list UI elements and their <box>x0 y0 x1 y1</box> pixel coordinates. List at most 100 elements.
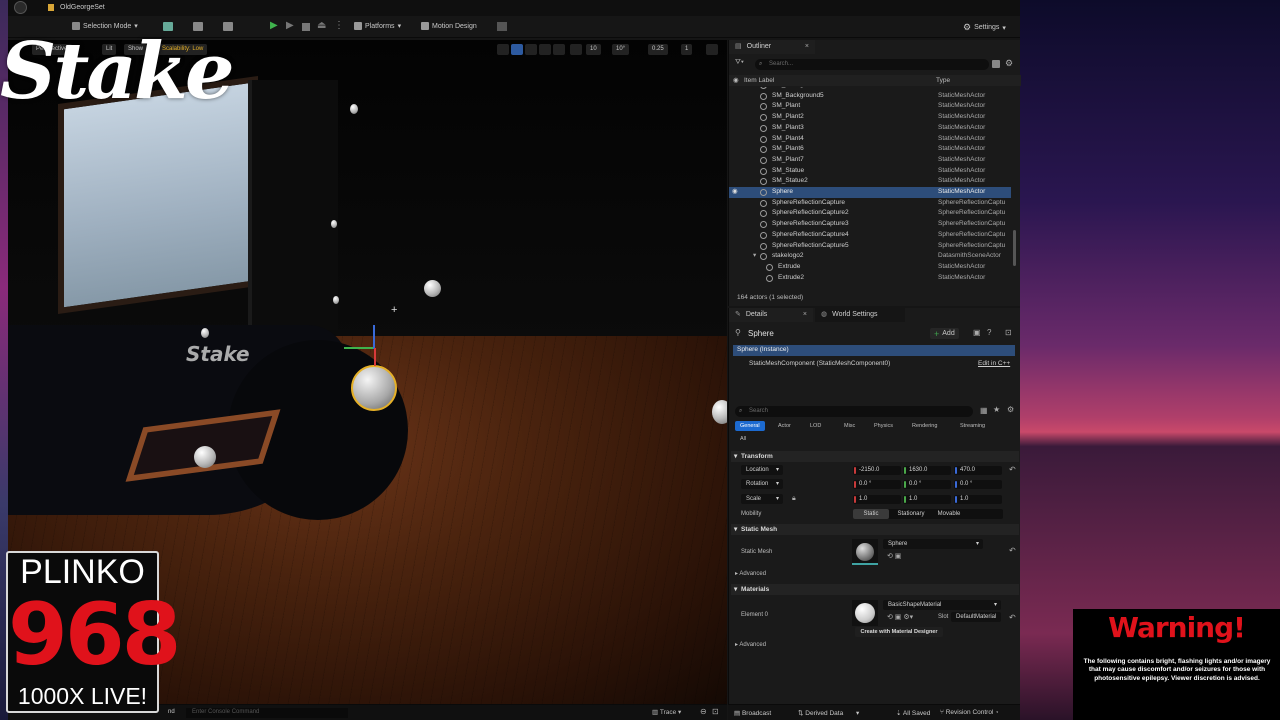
gear-icon[interactable]: ⚙ <box>1005 58 1013 69</box>
filter-lod[interactable]: LOD <box>805 421 826 431</box>
tab-details[interactable]: ✎ Details × <box>729 308 813 322</box>
outliner-row[interactable]: SM_Background5 StaticMeshActor <box>729 91 1011 102</box>
material-actions-icon[interactable]: ⟲ ▣ ⚙▾ <box>887 613 913 621</box>
actor-name[interactable]: Sphere <box>748 329 774 338</box>
point-light-icon[interactable] <box>331 220 337 228</box>
column-type[interactable]: Type <box>936 75 950 86</box>
create-material-designer-button[interactable]: Create with Material Designer <box>855 627 943 637</box>
help-icon[interactable]: ? <box>987 328 991 337</box>
lock-icon[interactable]: ⊡ <box>1005 328 1012 337</box>
rotation-z-field[interactable]: 0.0 ° <box>954 480 1002 489</box>
scale-lock-icon[interactable]: 🔒︎ <box>792 495 796 503</box>
component-instance-row[interactable]: Sphere (Instance) <box>733 345 1015 356</box>
sphere-light-orb[interactable] <box>424 280 441 297</box>
material-dropdown[interactable]: BasicShapeMaterial ▾ <box>883 600 1001 610</box>
filter-physics[interactable]: Physics <box>869 421 898 431</box>
play-options-icon[interactable]: ⋮ <box>334 20 344 31</box>
play-icon[interactable]: ▶ <box>270 20 278 31</box>
sphere-light-orb[interactable] <box>194 446 216 468</box>
rotation-mode-dropdown[interactable]: Rotation ▾ <box>741 479 783 489</box>
surface-snap-icon[interactable] <box>570 44 582 55</box>
unreal-logo-icon[interactable] <box>14 1 27 14</box>
section-transform[interactable]: ▾ Transform <box>731 451 1019 462</box>
expand-arrow-icon[interactable]: ▾ <box>753 251 756 262</box>
grid-snap-button[interactable]: 10 <box>586 44 601 55</box>
mode-toggle-icon[interactable] <box>497 22 507 31</box>
materials-advanced[interactable]: ▸ Advanced <box>735 641 766 648</box>
outliner-scrollbar[interactable] <box>1013 230 1016 266</box>
outliner-row[interactable]: SM_Statue2 StaticMeshActor <box>729 176 1011 187</box>
revision-control-button[interactable]: ⑂ Revision Control ▾ <box>940 709 999 716</box>
location-y-field[interactable]: 1630.0 <box>903 466 951 475</box>
tab-outliner[interactable]: ▤ Outliner × <box>729 40 815 54</box>
filter-general[interactable]: General <box>735 421 765 431</box>
grid-view-icon[interactable]: ▦ <box>980 406 988 415</box>
outliner-row[interactable]: SphereReflectionCapture SphereReflectionC… <box>729 198 1011 209</box>
scale-x-field[interactable]: 1.0 <box>853 495 901 504</box>
derived-data-chevron[interactable]: ▾ <box>856 709 859 717</box>
trace-button[interactable]: ▥ Trace ▾ <box>652 708 681 716</box>
slot-dropdown[interactable]: DefaultMaterial <box>951 612 1001 622</box>
scale-z-field[interactable]: 1.0 <box>954 495 1002 504</box>
derived-data-button[interactable]: ⇅ Derived Data <box>798 709 843 717</box>
blueprint-icon[interactable]: ▣ <box>973 328 981 337</box>
select-tool-icon[interactable] <box>497 44 509 55</box>
all-saved-button[interactable]: ⇣ All Saved <box>896 709 930 717</box>
pause-icon[interactable]: ⊖ <box>700 707 707 716</box>
outliner-row[interactable]: Extrude2 StaticMeshActor <box>729 273 1011 284</box>
console-cmd-label[interactable]: nd <box>168 709 175 715</box>
scale-y-field[interactable]: 1.0 <box>903 495 951 504</box>
gizmo-y-axis[interactable] <box>344 347 374 349</box>
close-icon[interactable]: × <box>805 40 809 54</box>
column-item-label[interactable]: Item Label <box>744 75 774 86</box>
location-mode-dropdown[interactable]: Location ▾ <box>741 465 783 475</box>
add-component-button[interactable]: + Add <box>930 328 959 339</box>
filter-streaming[interactable]: Streaming <box>955 421 990 431</box>
static-mesh-dropdown[interactable]: Sphere ▾ <box>883 539 983 549</box>
mobility-stationary[interactable]: Stationary <box>891 509 931 519</box>
outliner-search-input[interactable]: ⌕ Search... <box>755 59 989 70</box>
outliner-row[interactable]: Extrude StaticMeshActor <box>729 262 1011 273</box>
location-x-field[interactable]: -2150.0 <box>853 466 901 475</box>
capture-icon[interactable]: ⊡ <box>712 707 719 716</box>
details-search-input[interactable]: ⌕ Search <box>735 406 973 417</box>
translate-tool-icon[interactable] <box>511 44 523 55</box>
maximize-viewport-icon[interactable] <box>706 44 718 55</box>
filter-misc[interactable]: Misc <box>839 421 860 431</box>
scale-tool-icon[interactable] <box>539 44 551 55</box>
reset-arrow-icon[interactable]: ↶ <box>1009 613 1016 622</box>
filter-all[interactable]: All <box>735 434 751 444</box>
outliner-row[interactable]: ▾ stakelogo2 DatasmithSceneActor <box>729 251 1011 262</box>
outliner-row[interactable]: SM_Plant StaticMeshActor <box>729 101 1011 112</box>
visibility-eye-icon[interactable]: ◉ <box>732 187 738 198</box>
reset-arrow-icon[interactable]: ↶ <box>1009 465 1016 474</box>
rotation-snap-button[interactable]: 10° <box>612 44 630 55</box>
sphere-light-orb[interactable] <box>712 400 727 424</box>
section-materials[interactable]: ▾ Materials <box>731 584 1019 595</box>
gizmo-x-axis[interactable] <box>374 348 376 366</box>
outliner-row[interactable]: SphereReflectionCapture2 SphereReflection… <box>729 208 1011 219</box>
platforms-dropdown[interactable]: Platforms ▾ <box>354 22 401 30</box>
camera-speed-button[interactable]: 1 <box>681 44 693 55</box>
star-icon[interactable]: ★ <box>993 405 1000 414</box>
rotate-tool-icon[interactable] <box>525 44 537 55</box>
step-icon[interactable]: ▶ <box>286 20 294 31</box>
use-selected-icon[interactable]: ⟲ ▣ <box>887 552 901 560</box>
outliner-row[interactable]: ◉ Sphere StaticMeshActor <box>729 187 1011 198</box>
rotation-y-field[interactable]: 0.0 ° <box>903 480 951 489</box>
world-space-icon[interactable] <box>553 44 565 55</box>
mobility-static[interactable]: Static <box>853 509 889 519</box>
scale-snap-button[interactable]: 0.25 <box>648 44 668 55</box>
console-input[interactable]: Enter Console Command <box>186 708 348 718</box>
filter-rendering[interactable]: Rendering <box>907 421 942 431</box>
folder-icon[interactable] <box>992 60 1000 68</box>
mobility-movable[interactable]: Movable <box>931 509 967 519</box>
filter-actor[interactable]: Actor <box>773 421 796 431</box>
gizmo-z-axis[interactable] <box>373 325 375 349</box>
scene-stake-logo[interactable]: Stake <box>186 342 250 366</box>
point-light-icon[interactable] <box>333 296 339 304</box>
outliner-row[interactable]: SM_Statue StaticMeshActor <box>729 166 1011 177</box>
motion-design-button[interactable]: Motion Design <box>421 22 477 30</box>
outliner-row[interactable]: SM_Plant3 StaticMeshActor <box>729 123 1011 134</box>
static-mesh-component-row[interactable]: StaticMeshComponent (StaticMeshComponent… <box>749 360 890 367</box>
